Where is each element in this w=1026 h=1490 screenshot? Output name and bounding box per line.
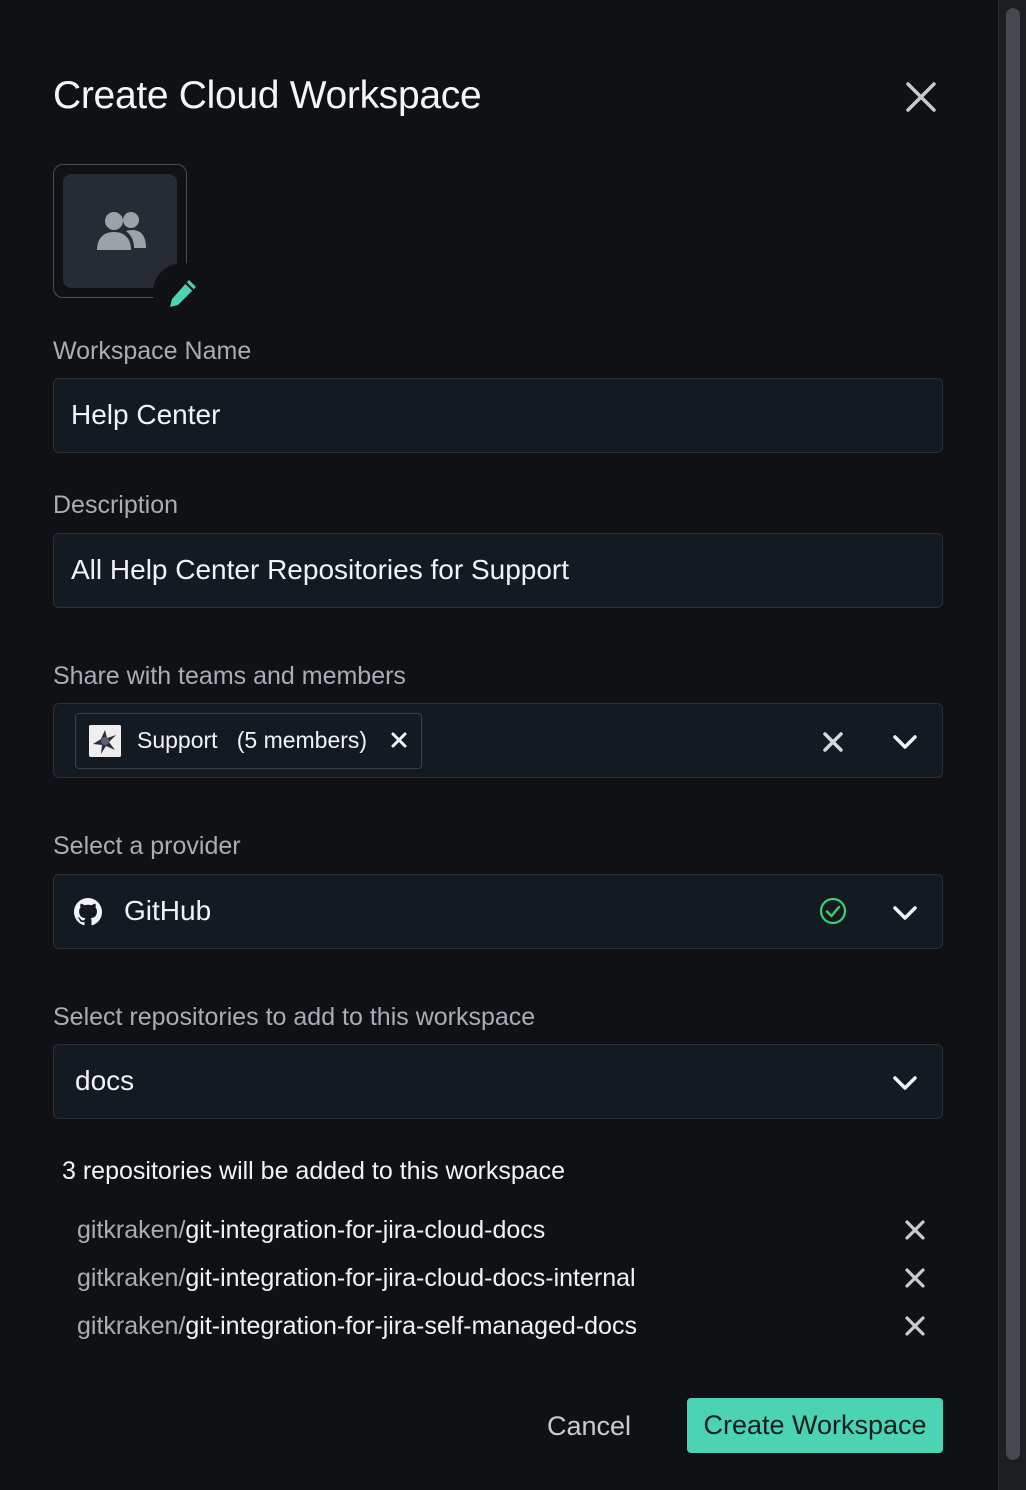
description-value: All Help Center Repositories for Support xyxy=(71,554,570,585)
x-icon xyxy=(391,732,407,748)
share-label: Share with teams and members xyxy=(53,662,406,690)
edit-avatar-button[interactable] xyxy=(153,263,211,321)
pencil-icon xyxy=(170,280,196,307)
repository-dropdown-toggle[interactable] xyxy=(890,1068,920,1098)
team-name: Support xyxy=(137,727,218,753)
x-icon xyxy=(823,732,843,752)
clear-selection-button[interactable] xyxy=(819,728,847,756)
remove-repository-button[interactable] xyxy=(902,1265,928,1291)
team-member-count: (5 members) xyxy=(236,727,368,753)
share-dropdown-toggle[interactable] xyxy=(890,727,920,757)
dialog-title: Create Cloud Workspace xyxy=(53,74,482,117)
users-icon xyxy=(97,212,146,250)
repository-item: gitkraken/git-integration-for-jira-cloud… xyxy=(77,1216,545,1245)
repository-search-value: docs xyxy=(75,1065,135,1096)
cancel-button[interactable]: Cancel xyxy=(530,1398,648,1454)
share-select[interactable]: Support (5 members) xyxy=(53,703,943,778)
repository-name: git-integration-for-jira-self-managed-do… xyxy=(185,1312,637,1340)
github-icon xyxy=(74,898,102,926)
close-icon xyxy=(906,82,936,112)
repository-name: git-integration-for-jira-cloud-docs xyxy=(185,1216,546,1244)
team-avatar xyxy=(89,725,121,757)
workspace-name-value: Help Center xyxy=(71,399,221,430)
x-icon xyxy=(905,1220,925,1240)
check-circle-icon xyxy=(819,897,847,925)
provider-value: GitHub xyxy=(124,895,212,926)
team-chip: Support (5 members) xyxy=(75,713,422,769)
repository-search-select[interactable]: docs xyxy=(53,1044,943,1119)
close-button[interactable] xyxy=(900,76,942,118)
remove-repository-button[interactable] xyxy=(902,1313,928,1339)
workspace-name-field[interactable]: Help Center xyxy=(53,378,943,453)
x-icon xyxy=(905,1316,925,1336)
repository-owner: gitkraken/ xyxy=(77,1216,186,1244)
provider-select[interactable]: GitHub xyxy=(53,874,943,949)
repository-owner: gitkraken/ xyxy=(77,1312,186,1340)
provider-label: Select a provider xyxy=(53,832,241,860)
remove-repository-button[interactable] xyxy=(902,1217,928,1243)
repository-name: git-integration-for-jira-cloud-docs-inte… xyxy=(185,1264,636,1292)
chevron-down-icon xyxy=(893,735,917,749)
remove-team-button[interactable] xyxy=(388,729,410,751)
chevron-down-icon xyxy=(893,906,917,920)
repositories-label: Select repositories to add to this works… xyxy=(53,1003,536,1031)
avatar-placeholder xyxy=(63,174,177,288)
provider-dropdown-toggle[interactable] xyxy=(890,898,920,928)
chevron-down-icon xyxy=(893,1076,917,1090)
description-label: Description xyxy=(53,491,179,519)
workspace-name-label: Workspace Name xyxy=(53,337,252,365)
description-field[interactable]: All Help Center Repositories for Support xyxy=(53,533,943,608)
repository-item: gitkraken/git-integration-for-jira-self-… xyxy=(77,1312,637,1341)
repository-owner: gitkraken/ xyxy=(77,1264,186,1292)
create-workspace-button[interactable]: Create Workspace xyxy=(687,1398,943,1453)
repository-item: gitkraken/git-integration-for-jira-cloud… xyxy=(77,1264,636,1293)
repository-count-summary: 3 repositories will be added to this wor… xyxy=(62,1157,566,1185)
x-icon xyxy=(905,1268,925,1288)
scrollbar-thumb[interactable] xyxy=(1006,8,1020,1460)
team-chip-label: Support (5 members) xyxy=(137,727,367,754)
create-workspace-dialog: Create Cloud Workspace Workspace Name He… xyxy=(0,0,998,1490)
